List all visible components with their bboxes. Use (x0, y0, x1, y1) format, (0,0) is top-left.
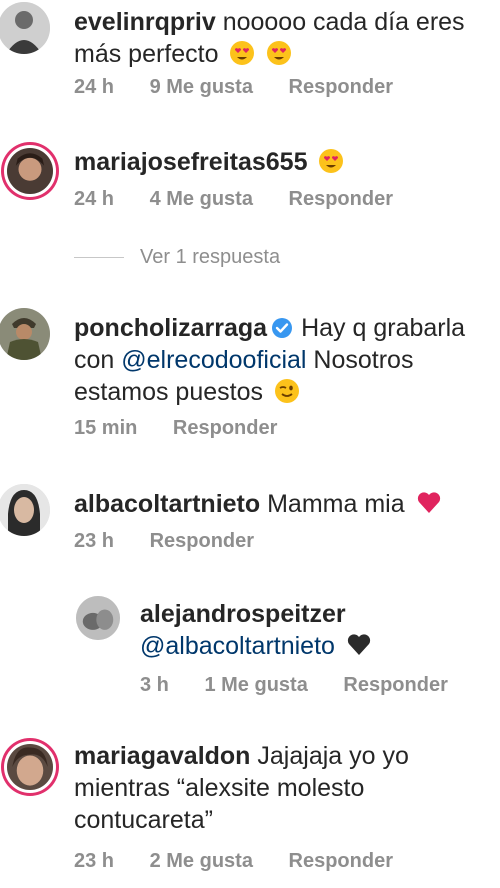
verified-badge-icon (272, 318, 293, 338)
like-count[interactable]: 1 Me gusta (204, 674, 307, 696)
reply-button[interactable]: Responder (289, 188, 393, 210)
red-heart-emoji-icon (417, 492, 440, 513)
view-replies-label: Ver 1 respuesta (140, 246, 281, 268)
comment-username[interactable]: mariagavaldon (74, 742, 250, 770)
comment-body: alejandrospeitzer @albacoltartnieto (140, 598, 490, 662)
comment-username[interactable]: albacoltartnieto (74, 490, 260, 518)
avatar-image-icon (76, 596, 120, 640)
reply-button[interactable]: Responder (289, 850, 393, 872)
black-heart-emoji-icon (347, 634, 370, 655)
avatar-image-icon (0, 308, 50, 360)
heart-eyes-emoji-icon (230, 41, 255, 65)
comment-body: albacoltartnieto Mamma mia (74, 488, 484, 520)
comment-username[interactable]: evelinrqpriv (74, 8, 216, 36)
comment-text: con (74, 346, 122, 374)
mention-link[interactable]: @elrecodooficial (121, 346, 306, 374)
comment-meta: 15 min Responder (74, 417, 307, 440)
comment-body: mariagavaldon Jajajaja yo yo mientras “a… (74, 740, 494, 836)
comment-text: Jajajaja yo yo (257, 742, 409, 770)
like-count[interactable]: 2 Me gusta (150, 850, 253, 872)
divider-line (74, 257, 124, 259)
wink-emoji-icon (274, 379, 299, 403)
comment-time: 23 h (74, 850, 115, 872)
heart-eyes-emoji-icon (267, 41, 292, 65)
mention-link[interactable]: @albacoltartnieto (140, 632, 335, 660)
comment-time: 23 h (74, 530, 115, 552)
comment-meta: 24 h 4 Me gusta Responder (74, 188, 423, 211)
avatar-image-icon (0, 484, 50, 536)
reply-button[interactable]: Responder (289, 76, 393, 98)
comment-meta: 23 h 2 Me gusta Responder (74, 850, 423, 873)
comment-username[interactable]: poncholizarraga (74, 314, 267, 342)
comment-meta: 23 h Responder (74, 530, 284, 553)
comment-username[interactable]: alejandrospeitzer (140, 600, 346, 628)
comment-text: estamos puestos (74, 378, 263, 406)
comment-text: contucareta” (74, 806, 213, 834)
avatar[interactable] (4, 741, 56, 793)
reply-button[interactable]: Responder (173, 417, 277, 439)
avatar-image-icon (0, 2, 50, 54)
comment-time: 15 min (74, 417, 138, 439)
comment-text: mientras “alexsite molesto (74, 774, 365, 802)
comment-text: Mamma mia (267, 490, 405, 518)
comment-time: 3 h (140, 674, 169, 696)
comment-time: 24 h (74, 188, 115, 210)
like-count[interactable]: 4 Me gusta (150, 188, 253, 210)
view-replies-button[interactable]: Ver 1 respuesta (74, 246, 280, 269)
like-count[interactable]: 9 Me gusta (150, 76, 253, 98)
comment-text: Nosotros (313, 346, 414, 374)
avatar[interactable] (0, 2, 50, 54)
comment-time: 24 h (74, 76, 115, 98)
heart-eyes-emoji-icon (319, 149, 344, 173)
comment-username[interactable]: mariajosefreitas655 (74, 148, 307, 176)
avatar[interactable] (0, 308, 50, 360)
comment-body: evelinrqpriv nooooo cada día eres más pe… (74, 6, 484, 70)
avatar[interactable] (76, 596, 120, 640)
comment-meta: 3 h 1 Me gusta Responder (140, 674, 478, 697)
avatar-image-icon (7, 744, 53, 790)
comment-body: poncholizarraga Hay q grabarla con @elrec… (74, 312, 494, 408)
avatar[interactable] (0, 484, 50, 536)
reply-button[interactable]: Responder (343, 674, 447, 696)
avatar-image-icon (7, 148, 53, 194)
comment-meta: 24 h 9 Me gusta Responder (74, 76, 423, 99)
reply-button[interactable]: Responder (150, 530, 254, 552)
comment-body: mariajosefreitas655 (74, 146, 484, 178)
comment-text: Hay q grabarla (301, 314, 466, 342)
avatar[interactable] (4, 145, 56, 197)
